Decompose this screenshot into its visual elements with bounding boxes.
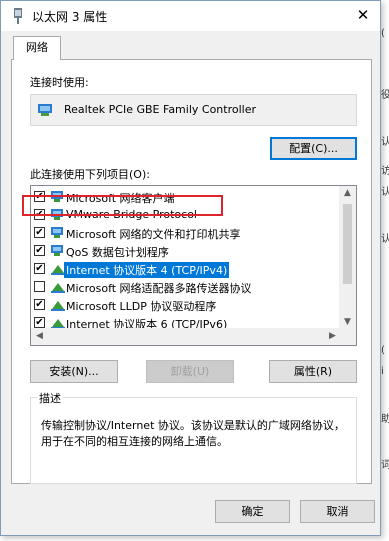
description-group: 描述 传输控制协议/Internet 协议。该协议是默认的广域网络协议，用于在不… <box>30 390 357 484</box>
list-item[interactable]: Microsoft 网络适配器多路传送器协议 <box>34 278 334 296</box>
background-text: 词 <box>381 460 389 471</box>
ok-button[interactable]: 确定 <box>215 500 290 523</box>
background-text: 认 <box>381 137 389 148</box>
title-bar[interactable]: 以太网 3 属性 ✕ <box>1 1 380 31</box>
adapter-name: Realtek PCIe GBE Family Controller <box>64 103 257 116</box>
scroll-left-icon[interactable]: ◀ <box>31 331 48 341</box>
close-button[interactable]: ✕ <box>346 1 380 31</box>
item-label: Microsoft LLDP 协议驱动程序 <box>66 300 217 313</box>
items-list-label: 此连接使用下列项目(O): <box>30 168 150 181</box>
item-checkbox[interactable] <box>34 281 45 292</box>
scroll-thumb[interactable] <box>343 204 352 284</box>
list-item[interactable]: ✔ Microsoft LLDP 协议驱动程序 <box>34 296 334 314</box>
connect-using-label: 连接时使用: <box>30 76 89 89</box>
background-text: 助 <box>381 414 389 425</box>
background-text: 认 <box>381 234 389 245</box>
network-adapter-icon <box>38 104 52 116</box>
background-text: i <box>381 366 384 377</box>
background-text: 访 <box>381 166 389 177</box>
background-text: ( <box>381 345 385 356</box>
network-service-icon <box>51 227 63 238</box>
item-label: Microsoft 网络的文件和打印机共享 <box>66 228 241 241</box>
scrollbar-corner <box>339 328 356 345</box>
list-item[interactable]: ✔ QoS 数据包计划程序 <box>34 242 334 260</box>
uninstall-button: 卸载(U) <box>146 360 234 383</box>
tab-network[interactable]: 网络 <box>13 36 61 60</box>
item-checkbox[interactable]: ✔ <box>34 227 45 238</box>
horizontal-scrollbar[interactable]: ◀ ▶ <box>31 328 341 345</box>
network-service-icon <box>51 245 63 256</box>
list-item-selected[interactable]: ✔ Internet 协议版本 4 (TCP/IPv4) <box>34 260 334 278</box>
item-label: Microsoft 网络适配器多路传送器协议 <box>66 282 252 295</box>
background-text: 认 <box>381 187 389 198</box>
install-button[interactable]: 安装(N)... <box>30 360 118 383</box>
cancel-button[interactable]: 取消 <box>300 500 375 523</box>
item-checkbox[interactable]: ✔ <box>34 317 45 328</box>
protocol-icon <box>51 301 65 311</box>
configure-button[interactable]: 配置(C)... <box>270 137 357 160</box>
protocol-icon <box>51 283 65 293</box>
properties-button[interactable]: 属性(R) <box>269 360 357 383</box>
scroll-up-icon[interactable]: ▲ <box>339 188 356 198</box>
close-icon: ✕ <box>356 6 370 24</box>
network-adapter-icon <box>14 8 22 24</box>
highlight-annotation <box>22 195 223 216</box>
background-text: 役 <box>381 90 389 101</box>
scroll-down-icon[interactable]: ▼ <box>339 317 356 327</box>
item-checkbox[interactable]: ✔ <box>34 299 45 310</box>
description-legend: 描述 <box>37 390 63 406</box>
vertical-scrollbar[interactable]: ▲ ▼ <box>339 186 356 329</box>
list-item[interactable]: ✔ Microsoft 网络的文件和打印机共享 <box>34 224 334 242</box>
item-checkbox[interactable]: ✔ <box>34 263 45 274</box>
item-label: Internet 协议版本 4 (TCP/IPv4) <box>64 262 230 278</box>
tab-panel-network: 连接时使用: Realtek PCIe GBE Family Controlle… <box>11 59 372 484</box>
ethernet-properties-dialog: 以太网 3 属性 ✕ 网络 连接时使用: Realtek PCIe GBE Fa… <box>0 0 381 536</box>
window-title: 以太网 3 属性 <box>32 10 108 24</box>
description-text: 传输控制协议/Internet 协议。该协议是默认的广域网络协议，用于在不同的相… <box>41 419 345 448</box>
item-label: QoS 数据包计划程序 <box>66 246 169 259</box>
adapter-display: Realtek PCIe GBE Family Controller <box>30 94 357 126</box>
background-text: ( <box>381 28 385 39</box>
item-checkbox[interactable]: ✔ <box>34 245 45 256</box>
